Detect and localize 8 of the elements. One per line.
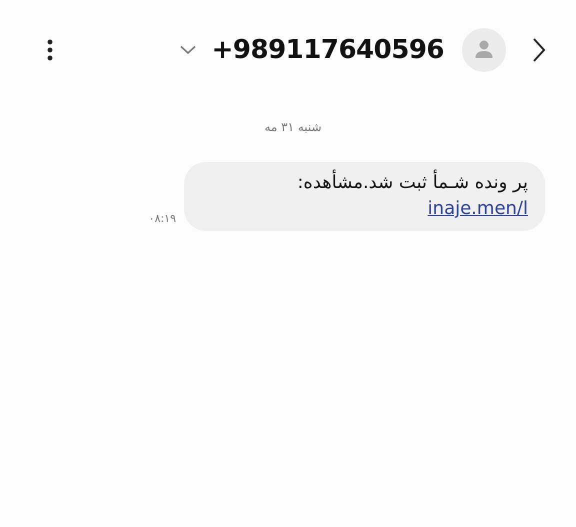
message-link[interactable]: inaje.men/l (428, 196, 528, 222)
chevron-right-icon[interactable] (532, 37, 546, 63)
message-text: پر ونده شـمأ ثبت شد.مشأهده: (297, 170, 528, 196)
message-time: ۰۸:۱۹ (148, 212, 176, 225)
more-options-icon[interactable] (47, 39, 53, 61)
date-separator: شنبه ۳۱ مه (264, 120, 322, 134)
contact-number: +989117640596 (212, 35, 444, 65)
chevron-down-icon[interactable] (180, 45, 196, 55)
